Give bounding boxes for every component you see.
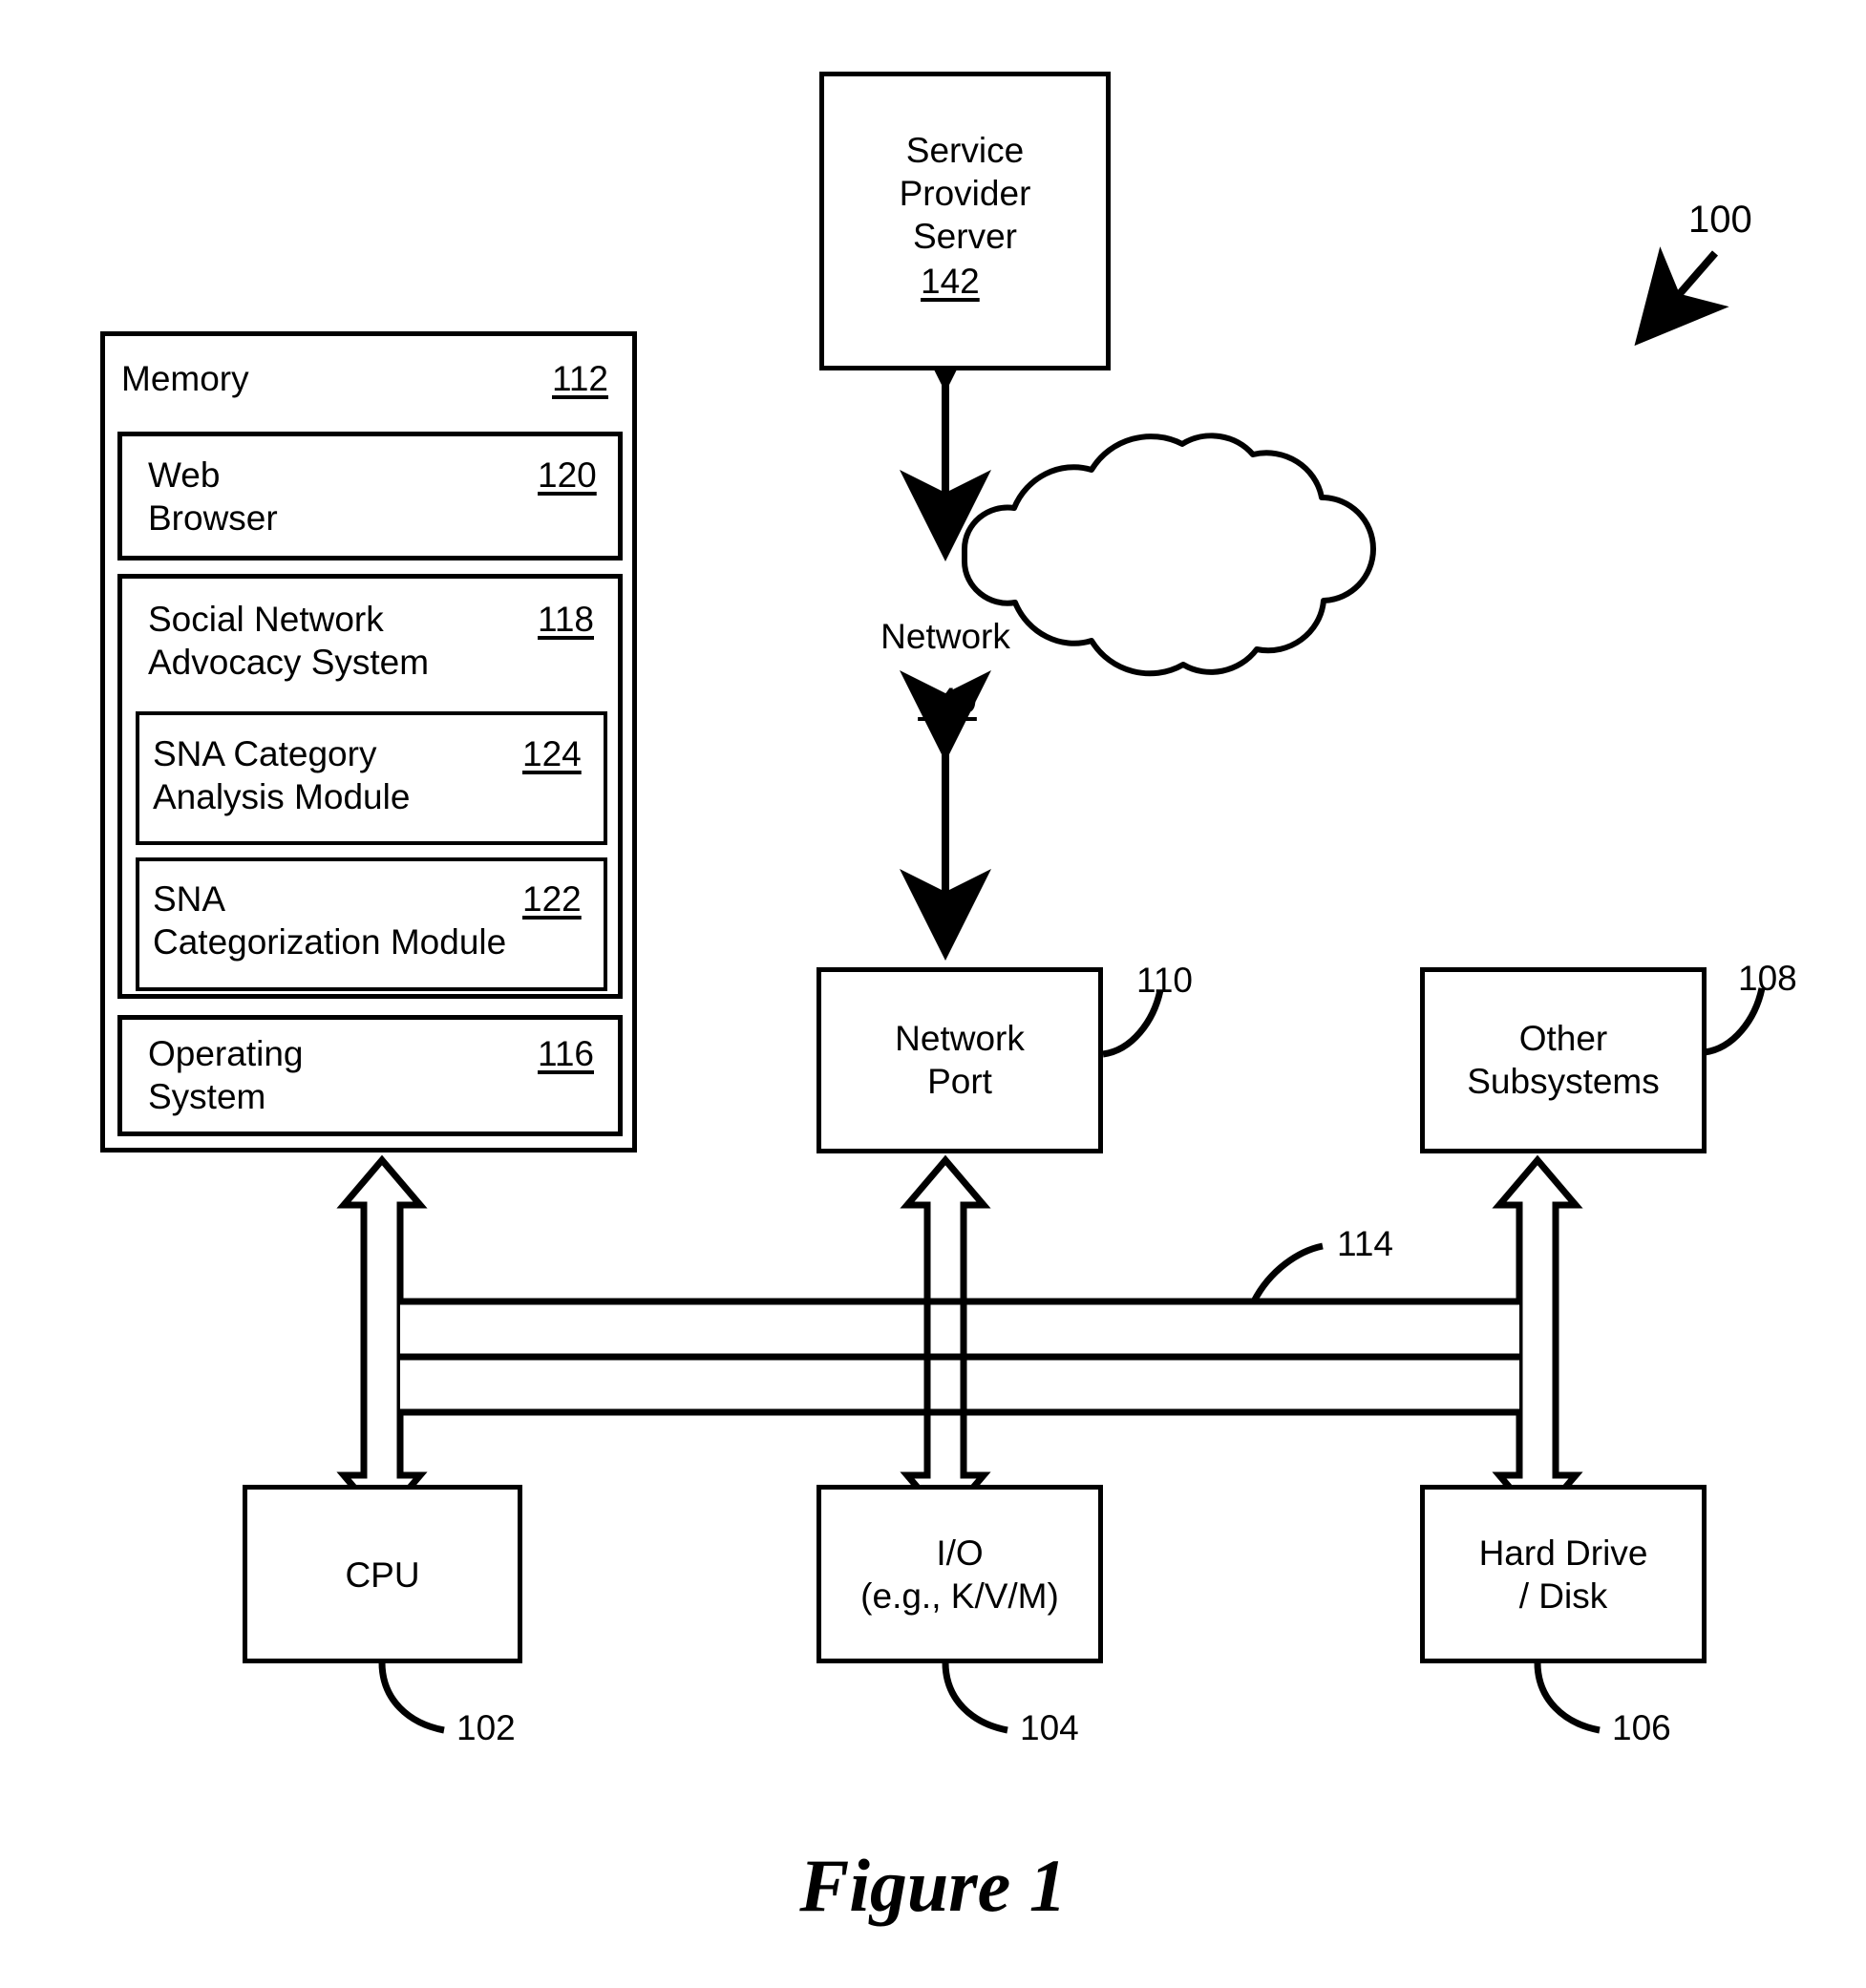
system-ref-arrow-100: [1634, 246, 1729, 347]
other-subsystems-label-line2: Subsystems: [1467, 1062, 1660, 1101]
sna-categorization-label-line1: SNA: [153, 879, 226, 919]
sna-categorization-ref: 122: [522, 879, 582, 919]
hard-drive-label-line1: Hard Drive: [1478, 1533, 1648, 1573]
system-bus: [411, 1298, 1538, 1416]
bus-outline: [414, 1298, 1538, 1416]
sna-category-analysis-label-line2: Analysis Module: [153, 777, 411, 816]
sna-categorization-label-line2: Categorization Module: [153, 922, 507, 962]
system-bus-tracks: [414, 1301, 1538, 1412]
operating-system-ref: 116: [538, 1034, 594, 1073]
io-label-line1: I/O: [936, 1533, 984, 1573]
network-port-label-line1: Network: [895, 1019, 1025, 1058]
system-ref-100: 100: [1688, 199, 1752, 241]
web-browser-ref: 120: [538, 455, 597, 495]
memory-label: Memory: [121, 359, 249, 398]
sna-system-ref: 118: [538, 600, 594, 639]
bus-center-crossing: [923, 1301, 967, 1412]
other-subsystems-label-line1: Other: [1518, 1019, 1608, 1058]
network-cloud-label: Network: [880, 617, 1010, 656]
network-port-ref: 110: [1136, 961, 1193, 1000]
web-browser-label-line1: Web: [148, 455, 221, 495]
cpu-label: CPU: [345, 1555, 420, 1595]
operating-system-label-line1: Operating: [148, 1034, 304, 1073]
sna-system-label-line1: Social Network: [148, 600, 384, 639]
web-browser-label-line2: Browser: [148, 498, 278, 538]
hard-drive-ref: 106: [1612, 1708, 1671, 1747]
service-provider-server-label-line2: Provider: [899, 174, 1031, 213]
sna-category-analysis-label-line1: SNA Category: [153, 734, 377, 773]
figure-canvas: Service Provider Server 142 Network 140 …: [0, 0, 1866, 1988]
hard-drive-label-line2: / Disk: [1518, 1576, 1608, 1616]
memory-ref: 112: [552, 359, 608, 398]
arrow-networkport-io-bus: [900, 1154, 991, 1526]
service-provider-server-ref: 142: [921, 262, 980, 301]
sna-system-label-line2: Advocacy System: [148, 643, 430, 682]
network-cloud-ref: 140: [918, 681, 977, 720]
sna-category-analysis-ref: 124: [522, 734, 582, 773]
leader-line-harddrive-106: [1534, 1661, 1601, 1734]
leader-line-bus-114: [1250, 1242, 1324, 1303]
service-provider-server-label-line3: Server: [913, 217, 1017, 256]
io-label-line2: (e.g., K/V/M): [860, 1576, 1059, 1616]
arrow-memory-cpu-bus: [336, 1154, 428, 1526]
other-subsystems-ref: 108: [1738, 959, 1797, 998]
system-bus-ref: 114: [1337, 1224, 1393, 1263]
cpu-ref: 102: [456, 1708, 516, 1747]
leader-line-cpu-102: [378, 1661, 445, 1734]
arrow-subsystems-harddrive-bus: [1492, 1154, 1583, 1526]
network-port-label-line2: Port: [927, 1062, 992, 1101]
bus-rails: [360, 1298, 1559, 1416]
leader-line-io-104: [942, 1661, 1008, 1734]
service-provider-server-label-line1: Service: [905, 131, 1025, 170]
io-ref: 104: [1020, 1708, 1079, 1747]
figure-caption: Figure 1: [799, 1844, 1067, 1927]
operating-system-label-line2: System: [148, 1077, 266, 1116]
